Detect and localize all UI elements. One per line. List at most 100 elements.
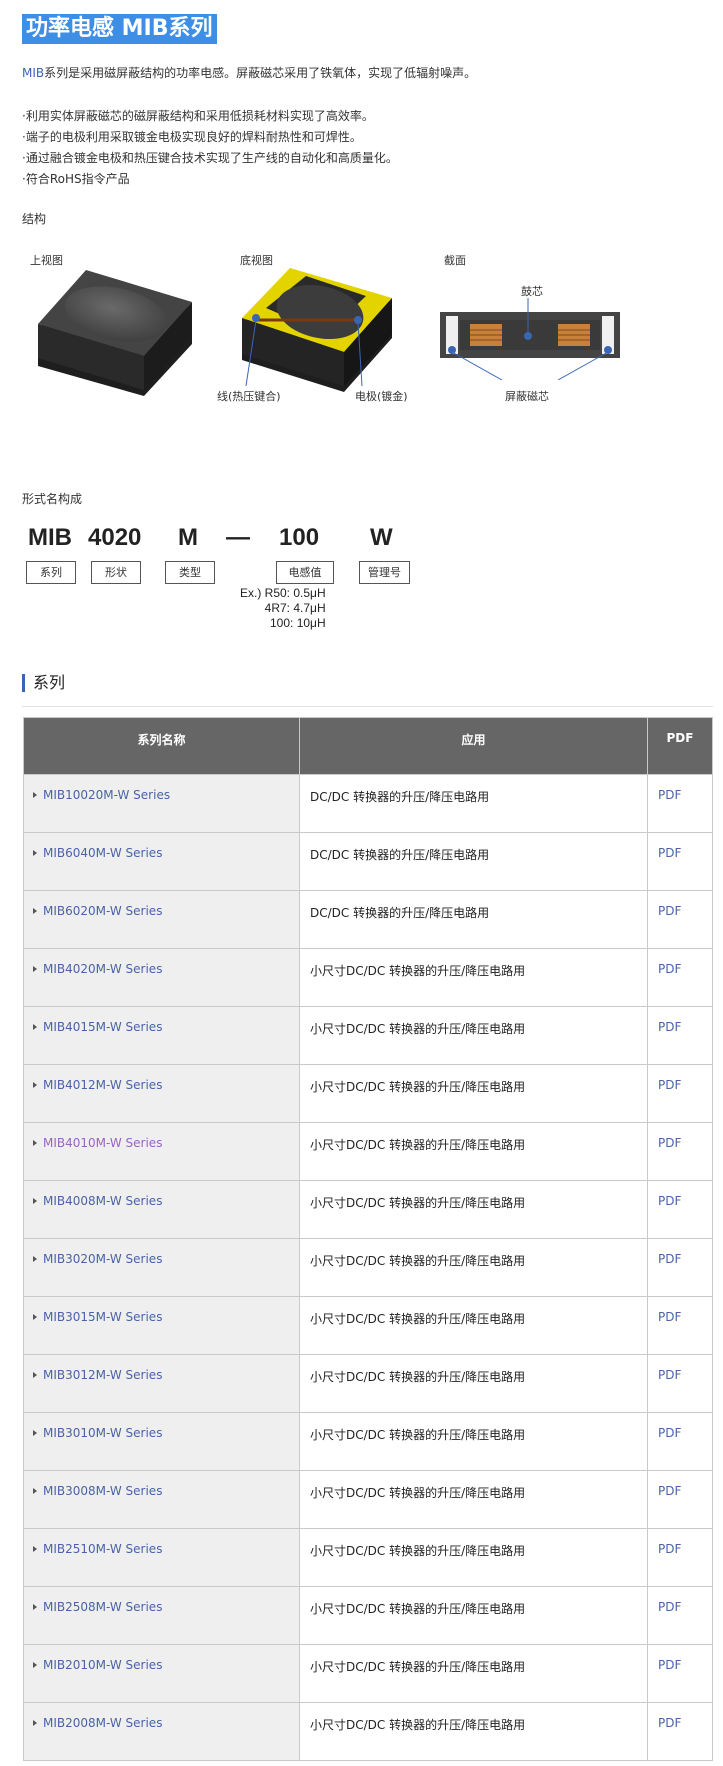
- series-heading: 系列: [22, 672, 713, 707]
- arrow-icon: [33, 1372, 37, 1378]
- arrow-icon: [33, 1546, 37, 1552]
- pn-code-series: MIB: [28, 524, 72, 551]
- arrow-icon: [33, 1140, 37, 1146]
- pdf-link[interactable]: PDF: [658, 962, 681, 976]
- series-link[interactable]: MIB4020M-W Series: [43, 962, 162, 976]
- application-cell: 小尺寸DC/DC 转换器的升压/降压电路用: [299, 1064, 648, 1123]
- application-cell: 小尺寸DC/DC 转换器的升压/降压电路用: [299, 1586, 648, 1645]
- arrow-icon: [33, 1314, 37, 1320]
- table-row: MIB4015M-W Series 小尺寸DC/DC 转换器的升压/降压电路用 PD…: [23, 1006, 713, 1065]
- pdf-link[interactable]: PDF: [658, 846, 681, 860]
- electrode-callout: 电极(镀金): [355, 390, 408, 403]
- intro-body: 系列是采用磁屏蔽结构的功率电感。屏蔽磁芯采用了铁氧体，实现了低辐射噪声。: [44, 66, 477, 80]
- arrow-icon: [33, 966, 37, 972]
- intro-text: MIB系列是采用磁屏蔽结构的功率电感。屏蔽磁芯采用了铁氧体，实现了低辐射噪声。: [22, 64, 476, 81]
- series-link[interactable]: MIB3015M-W Series: [43, 1310, 162, 1324]
- pn-code-type: M: [178, 524, 198, 551]
- arrow-icon: [33, 1488, 37, 1494]
- pn-box-series: 系列: [26, 561, 76, 584]
- application-cell: 小尺寸DC/DC 转换器的升压/降压电路用: [299, 1122, 648, 1181]
- series-link[interactable]: MIB2010M-W Series: [43, 1658, 162, 1672]
- application-cell: 小尺寸DC/DC 转换器的升压/降压电路用: [299, 1180, 648, 1239]
- intro-brand: MIB: [22, 66, 45, 80]
- application-cell: DC/DC 转换器的升压/降压电路用: [299, 774, 648, 833]
- table-row: MIB2508M-W Series 小尺寸DC/DC 转换器的升压/降压电路用 PD…: [23, 1586, 713, 1645]
- pn-box-shape: 形状: [91, 561, 141, 584]
- pn-box-inductance: 电感值: [276, 561, 334, 584]
- series-link[interactable]: MIB3020M-W Series: [43, 1252, 162, 1266]
- arrow-icon: [33, 792, 37, 798]
- pdf-link[interactable]: PDF: [658, 1252, 681, 1266]
- shield-core-callout: 屏蔽磁芯: [505, 390, 549, 403]
- pdf-link[interactable]: PDF: [658, 1310, 681, 1324]
- structure-label: 结构: [22, 212, 47, 226]
- bottom-view-image: [242, 268, 392, 392]
- pdf-link[interactable]: PDF: [658, 788, 681, 802]
- header-series-name: 系列名称: [23, 717, 300, 775]
- header-application: 应用: [299, 717, 648, 775]
- application-cell: DC/DC 转换器的升压/降压电路用: [299, 890, 648, 949]
- arrow-icon: [33, 850, 37, 856]
- series-link[interactable]: MIB2510M-W Series: [43, 1542, 162, 1556]
- table-row: MIB3020M-W Series 小尺寸DC/DC 转换器的升压/降压电路用 PD…: [23, 1238, 713, 1297]
- pdf-link[interactable]: PDF: [658, 1658, 681, 1672]
- table-row: MIB3015M-W Series 小尺寸DC/DC 转换器的升压/降压电路用 PD…: [23, 1296, 713, 1355]
- series-link[interactable]: MIB3010M-W Series: [43, 1426, 162, 1440]
- series-link[interactable]: MIB2008M-W Series: [43, 1716, 162, 1730]
- table-row: MIB4010M-W Series 小尺寸DC/DC 转换器的升压/降压电路用 PD…: [23, 1122, 713, 1181]
- series-link[interactable]: MIB3008M-W Series: [43, 1484, 162, 1498]
- series-link[interactable]: MIB2508M-W Series: [43, 1600, 162, 1614]
- table-row: MIB6040M-W Series DC/DC 转换器的升压/降压电路用 PDF: [23, 832, 713, 891]
- arrow-icon: [33, 1662, 37, 1668]
- pdf-link[interactable]: PDF: [658, 1716, 681, 1730]
- pdf-link[interactable]: PDF: [658, 1020, 681, 1034]
- wire-callout: 线(热压键合): [217, 390, 281, 403]
- pdf-link[interactable]: PDF: [658, 1600, 681, 1614]
- table-row: MIB6020M-W Series DC/DC 转换器的升压/降压电路用 PDF: [23, 890, 713, 949]
- pn-box-type: 类型: [165, 561, 215, 584]
- table-header-row: 系列名称 应用 PDF: [23, 717, 713, 775]
- heading-accent-bar: [22, 674, 25, 692]
- table-row: MIB4012M-W Series 小尺寸DC/DC 转换器的升压/降压电路用 PD…: [23, 1064, 713, 1123]
- section-view-label: 截面: [444, 254, 466, 267]
- series-link[interactable]: MIB4012M-W Series: [43, 1078, 162, 1092]
- series-link[interactable]: MIB6040M-W Series: [43, 846, 162, 860]
- arrow-icon: [33, 1256, 37, 1262]
- arrow-icon: [33, 1024, 37, 1030]
- series-link[interactable]: MIB6020M-W Series: [43, 904, 162, 918]
- application-cell: 小尺寸DC/DC 转换器的升压/降压电路用: [299, 1470, 648, 1529]
- table-row: MIB2008M-W Series 小尺寸DC/DC 转换器的升压/降压电路用 PD…: [23, 1702, 713, 1761]
- example-line: 100: 10μH: [270, 616, 326, 630]
- top-view-label: 上视图: [30, 254, 63, 267]
- pdf-link[interactable]: PDF: [658, 1426, 681, 1440]
- example-line: Ex.) R50: 0.5μH: [240, 586, 326, 600]
- series-table: 系列名称 应用 PDF MIB10020M-W Series DC/DC 转换器的…: [23, 717, 713, 1761]
- top-view-image: [38, 270, 192, 396]
- feature-item: ·利用实体屏蔽磁芯的磁屏蔽结构和采用低损耗材料实现了高效率。: [22, 109, 374, 123]
- application-cell: 小尺寸DC/DC 转换器的升压/降压电路用: [299, 1238, 648, 1297]
- arrow-icon: [33, 1082, 37, 1088]
- feature-list: ·利用实体屏蔽磁芯的磁屏蔽结构和采用低损耗材料实现了高效率。 ·端子的电极利用采…: [22, 106, 398, 190]
- drum-core-callout: 鼓芯: [521, 285, 543, 298]
- header-pdf: PDF: [647, 717, 713, 775]
- pdf-link[interactable]: PDF: [658, 1078, 681, 1092]
- application-cell: 小尺寸DC/DC 转换器的升压/降压电路用: [299, 1006, 648, 1065]
- application-cell: 小尺寸DC/DC 转换器的升压/降压电路用: [299, 1296, 648, 1355]
- pdf-link[interactable]: PDF: [658, 1368, 681, 1382]
- series-link[interactable]: MIB4015M-W Series: [43, 1020, 162, 1034]
- feature-item: ·符合RoHS指令产品: [22, 172, 130, 186]
- pdf-link[interactable]: PDF: [658, 1484, 681, 1498]
- pdf-link[interactable]: PDF: [658, 1136, 681, 1150]
- pn-code-shape: 4020: [88, 524, 142, 551]
- arrow-icon: [33, 1720, 37, 1726]
- arrow-icon: [33, 1198, 37, 1204]
- series-link[interactable]: MIB4010M-W Series: [43, 1136, 162, 1150]
- series-link[interactable]: MIB3012M-W Series: [43, 1368, 162, 1382]
- pdf-link[interactable]: PDF: [658, 1542, 681, 1556]
- pdf-link[interactable]: PDF: [658, 904, 681, 918]
- series-link[interactable]: MIB10020M-W Series: [43, 788, 170, 802]
- pdf-link[interactable]: PDF: [658, 1194, 681, 1208]
- series-link[interactable]: MIB4008M-W Series: [43, 1194, 162, 1208]
- table-row: MIB4008M-W Series 小尺寸DC/DC 转换器的升压/降压电路用 PD…: [23, 1180, 713, 1239]
- application-cell: DC/DC 转换器的升压/降压电路用: [299, 832, 648, 891]
